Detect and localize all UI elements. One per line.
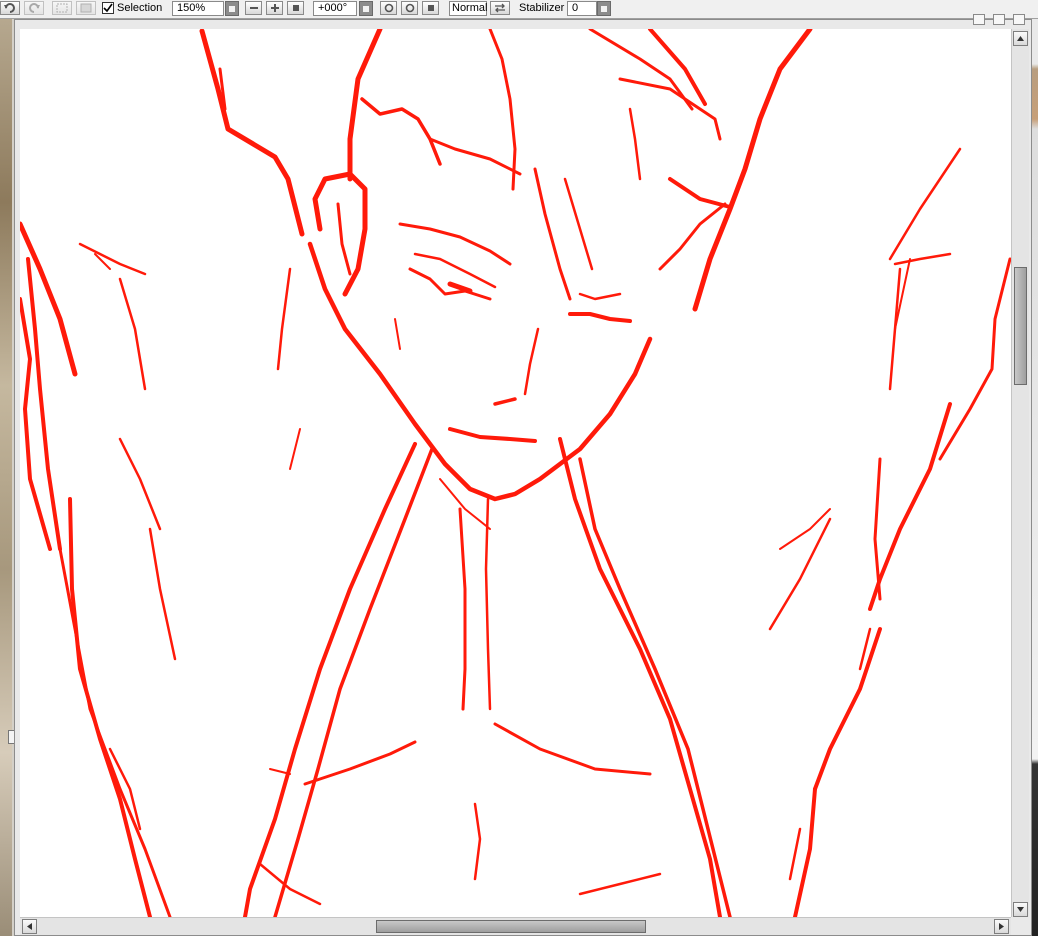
chevron-down-icon xyxy=(363,5,369,12)
zoom-out-button[interactable] xyxy=(245,1,262,15)
rotate-reset-button[interactable] xyxy=(422,1,439,15)
stabilizer-label: Stabilizer xyxy=(519,2,565,14)
vertical-scrollbar[interactable] xyxy=(1011,29,1029,917)
deselect-button[interactable] xyxy=(52,1,72,15)
arrow-up-icon xyxy=(1017,36,1024,41)
background-panel-left xyxy=(0,19,12,936)
drawing-canvas[interactable] xyxy=(20,29,1011,917)
sketch-strokes xyxy=(20,29,1011,917)
redo-icon xyxy=(29,3,40,13)
rotate-left-icon xyxy=(384,3,393,13)
deselect-icon xyxy=(56,3,68,13)
rotation-dropdown[interactable] xyxy=(359,1,373,16)
sketch-artwork xyxy=(20,29,1011,917)
undo-button[interactable] xyxy=(0,1,20,15)
check-icon xyxy=(103,3,113,13)
rotate-reset-icon xyxy=(427,5,434,11)
zoom-reset-button[interactable] xyxy=(287,1,304,15)
zoom-in-icon xyxy=(270,4,279,12)
toolbar: Selection 150% +000° Normal Stabilizer 0 xyxy=(0,0,1038,19)
close-button[interactable] xyxy=(1013,14,1025,25)
undo-icon xyxy=(4,3,15,13)
rotate-right-icon xyxy=(405,3,414,13)
selection-label: Selection xyxy=(117,2,163,14)
selection-checkbox[interactable] xyxy=(102,2,114,14)
stabilizer-field[interactable]: 0 xyxy=(567,1,597,16)
background-panel-right xyxy=(1032,19,1038,936)
zoom-reset-icon xyxy=(292,5,299,11)
rotate-right-button[interactable] xyxy=(401,1,418,15)
scroll-down-button[interactable] xyxy=(1013,902,1028,917)
horizontal-scroll-thumb[interactable] xyxy=(376,920,646,933)
zoom-field[interactable]: 150% xyxy=(172,1,224,16)
select-inverse-button[interactable] xyxy=(76,1,96,15)
chevron-down-icon xyxy=(229,5,235,12)
flip-horizontal-icon xyxy=(495,3,505,13)
scroll-up-button[interactable] xyxy=(1013,31,1028,46)
minimize-button[interactable] xyxy=(973,14,985,25)
rotation-field[interactable]: +000° xyxy=(313,1,357,16)
maximize-button[interactable] xyxy=(993,14,1005,25)
stabilizer-dropdown[interactable] xyxy=(597,1,611,16)
select-inverse-icon xyxy=(80,3,92,13)
arrow-right-icon xyxy=(999,923,1004,930)
scroll-right-button[interactable] xyxy=(994,919,1009,934)
scroll-left-button[interactable] xyxy=(22,919,37,934)
chevron-down-icon xyxy=(601,5,607,12)
horizontal-scrollbar[interactable] xyxy=(20,917,1011,935)
blend-mode-field[interactable]: Normal xyxy=(449,1,487,16)
zoom-in-button[interactable] xyxy=(266,1,283,15)
zoom-dropdown[interactable] xyxy=(225,1,239,16)
rotate-left-button[interactable] xyxy=(380,1,397,15)
arrow-down-icon xyxy=(1017,907,1024,912)
flip-horizontal-button[interactable] xyxy=(490,1,510,15)
vertical-scroll-thumb[interactable] xyxy=(1014,267,1027,385)
arrow-left-icon xyxy=(27,923,32,930)
redo-button[interactable] xyxy=(24,1,44,15)
zoom-out-icon xyxy=(249,7,258,9)
